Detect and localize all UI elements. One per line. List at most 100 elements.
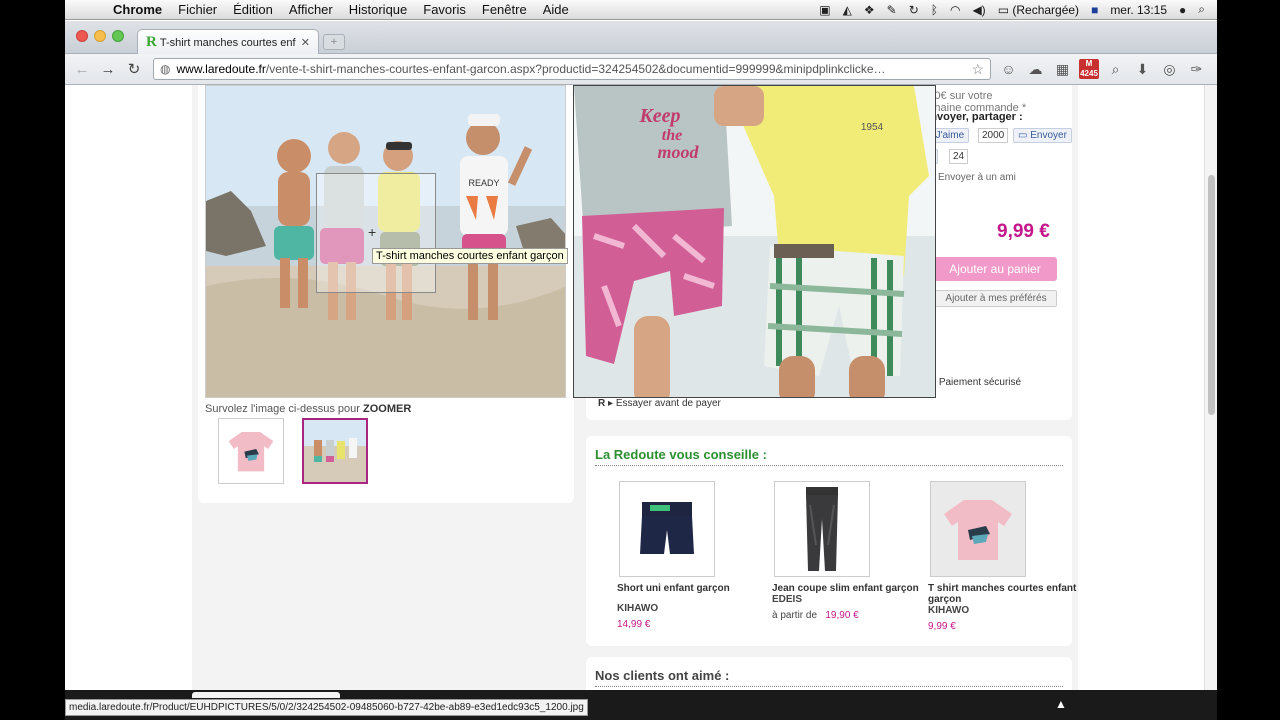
laredoute-r-icon: R xyxy=(598,398,608,409)
add-to-favorites-button[interactable]: Ajouter à mes préférés xyxy=(935,290,1057,307)
zoom-shirt-text-3: mood xyxy=(657,142,699,162)
tab-title: T-shirt manches courtes enf xyxy=(159,36,296,49)
address-bar[interactable]: ◍ www.laredoute.fr/vente-t-shirt-manches… xyxy=(153,58,991,80)
product-thumbnail[interactable] xyxy=(930,481,1026,577)
facebook-send-button[interactable]: ▭ Envoyer xyxy=(1013,128,1072,143)
crosshair-cursor-icon: + xyxy=(368,224,377,240)
spotlight-icon[interactable]: ⌕ xyxy=(1198,2,1205,17)
extension-smiley-icon[interactable]: ☺ xyxy=(995,61,1022,77)
menu-fenetre[interactable]: Fenêtre xyxy=(474,2,535,17)
extension-search-icon[interactable]: ⌕ xyxy=(1102,61,1129,78)
tab-laredoute[interactable]: R T-shirt manches courtes enf ✕ xyxy=(137,29,319,55)
product-main-image[interactable]: READY + xyxy=(205,85,566,398)
window-close-button[interactable] xyxy=(76,30,88,42)
chevron-up-icon[interactable]: ▲ xyxy=(1055,697,1067,711)
tab-close-icon[interactable]: ✕ xyxy=(301,36,310,49)
product-name[interactable]: Short uni enfant garçon xyxy=(617,583,767,594)
recommended-product[interactable]: T shirt manches courtes enfant garçon KI… xyxy=(928,481,1078,632)
menu-fichier[interactable]: Fichier xyxy=(170,2,225,17)
letterbox-left xyxy=(0,0,65,720)
product-thumbnail[interactable] xyxy=(774,481,870,577)
wifi-icon[interactable]: ◠ xyxy=(950,3,960,17)
try-before-pay-link[interactable]: R ▸ Essayer avant de payer xyxy=(598,398,721,409)
forward-button[interactable]: → xyxy=(95,61,121,78)
section-divider xyxy=(595,465,1063,466)
customers-liked-title: Nos clients ont aimé : xyxy=(595,668,730,683)
jeans-image xyxy=(806,487,838,571)
extension-globe-icon[interactable]: ◎ xyxy=(1156,61,1183,78)
send-to-friend-link[interactable]: Envoyer à un ami xyxy=(938,172,1016,183)
product-price: à partir de 19,90 € xyxy=(772,610,859,621)
dropbox-icon[interactable]: ❖ xyxy=(864,3,875,17)
menu-historique[interactable]: Historique xyxy=(341,2,416,17)
tshirt-thumb-image xyxy=(228,431,274,472)
extension-cloud-icon[interactable]: ☁ xyxy=(1022,61,1049,78)
arrow-right-icon: ▸ xyxy=(608,398,616,409)
product-price-main: 9,99 € xyxy=(997,221,1050,242)
extension-mail-icon[interactable]: M 4245 xyxy=(1079,59,1099,79)
tshirt-image xyxy=(944,500,1012,560)
recommended-product[interactable]: Short uni enfant garçon KIHAWO 14,99 € xyxy=(617,481,767,630)
window-zoom-button[interactable] xyxy=(112,30,124,42)
page-scrollbar[interactable] xyxy=(1204,85,1217,690)
script-icon[interactable]: ✎ xyxy=(887,3,897,17)
globe-icon: ◍ xyxy=(160,62,171,76)
volume-icon[interactable]: ◀) xyxy=(972,3,985,17)
thumbnail-tshirt[interactable] xyxy=(218,418,284,484)
mac-menubar: Chrome Fichier Édition Afficher Historiq… xyxy=(65,0,1217,20)
thumbnail-beach-photo[interactable] xyxy=(302,418,368,484)
reload-button[interactable]: ↻ xyxy=(121,60,147,78)
adobe-icon[interactable]: ◭ xyxy=(843,3,852,17)
product-price: 9,99 € xyxy=(928,621,956,632)
menu-app[interactable]: Chrome xyxy=(105,2,170,17)
camera-icon[interactable]: ▣ xyxy=(819,3,830,17)
tweet-count: 24 xyxy=(949,149,969,164)
zoomed-photo: Keep the mood 1954 xyxy=(574,86,935,397)
menu-aide[interactable]: Aide xyxy=(535,2,577,17)
secure-payment-link[interactable]: ▸ Paiement sécurisé xyxy=(931,377,1021,388)
url-host: www.laredoute.fr xyxy=(176,62,266,76)
extension-download-icon[interactable]: ⬇ xyxy=(1129,61,1156,78)
add-to-cart-button[interactable]: Ajouter au panier xyxy=(933,257,1057,281)
battery-status[interactable]: ▭ (Rechargée) xyxy=(998,3,1079,17)
window-minimize-button[interactable] xyxy=(94,30,106,42)
browser-toolbar: ← → ↻ ◍ www.laredoute.fr/vente-t-shirt-m… xyxy=(65,54,1217,85)
new-tab-button[interactable]: + xyxy=(323,34,345,50)
laredoute-favicon: R xyxy=(146,34,157,50)
product-thumbnail[interactable] xyxy=(619,481,715,577)
bluetooth-icon[interactable]: ᛒ xyxy=(931,3,938,17)
user-icon[interactable]: ● xyxy=(1179,3,1186,17)
zoom-preview: Keep the mood 1954 xyxy=(573,85,936,398)
tab-strip: R T-shirt manches courtes enf ✕ + xyxy=(65,21,1217,55)
extension-photo-icon[interactable]: ▦ xyxy=(1049,61,1076,78)
shorts-image xyxy=(640,502,694,554)
url-path: /vente-t-shirt-manches-courtes-enfant-ga… xyxy=(265,62,886,76)
menu-afficher[interactable]: Afficher xyxy=(281,2,341,17)
wrench-menu-icon[interactable]: ✑ xyxy=(1183,61,1210,78)
menubar-clock[interactable]: mer. 13:15 xyxy=(1110,3,1167,17)
product-brand: KIHAWO xyxy=(928,605,970,616)
sync-icon[interactable]: ↻ xyxy=(909,3,919,17)
beach-thumb-image xyxy=(304,420,366,482)
screen: Chrome Fichier Édition Afficher Historiq… xyxy=(65,0,1217,720)
comment-icon: ▭ xyxy=(1018,130,1031,141)
status-url: media.laredoute.fr/Product/EUHDPICTURES/… xyxy=(65,699,588,716)
product-brand: EDEIS xyxy=(772,594,803,605)
menu-favoris[interactable]: Favoris xyxy=(415,2,474,17)
share-label: Envoyer, partager : xyxy=(923,111,1023,123)
recommendations-title: La Redoute vous conseille : xyxy=(595,447,767,462)
recommendations-section: La Redoute vous conseille : Short uni en… xyxy=(586,436,1076,646)
product-name[interactable]: T shirt manches courtes enfant garçon xyxy=(928,583,1078,605)
scrollbar-thumb[interactable] xyxy=(1208,175,1215,415)
product-name[interactable]: Jean coupe slim enfant garçon xyxy=(772,583,922,594)
image-tooltip: T-shirt manches courtes enfant garçon xyxy=(372,248,568,264)
bookmark-star-icon[interactable]: ☆ xyxy=(965,61,984,78)
recommended-product[interactable]: Jean coupe slim enfant garçon EDEIS à pa… xyxy=(772,481,922,621)
back-button[interactable]: ← xyxy=(69,61,95,78)
product-price: 14,99 € xyxy=(617,619,651,630)
flag-icon[interactable]: ■ xyxy=(1091,3,1098,17)
download-shelf-tab xyxy=(192,692,340,698)
letterbox-right xyxy=(1217,0,1280,720)
menu-edition[interactable]: Édition xyxy=(225,2,281,17)
battery-icon: ▭ xyxy=(997,2,1013,17)
